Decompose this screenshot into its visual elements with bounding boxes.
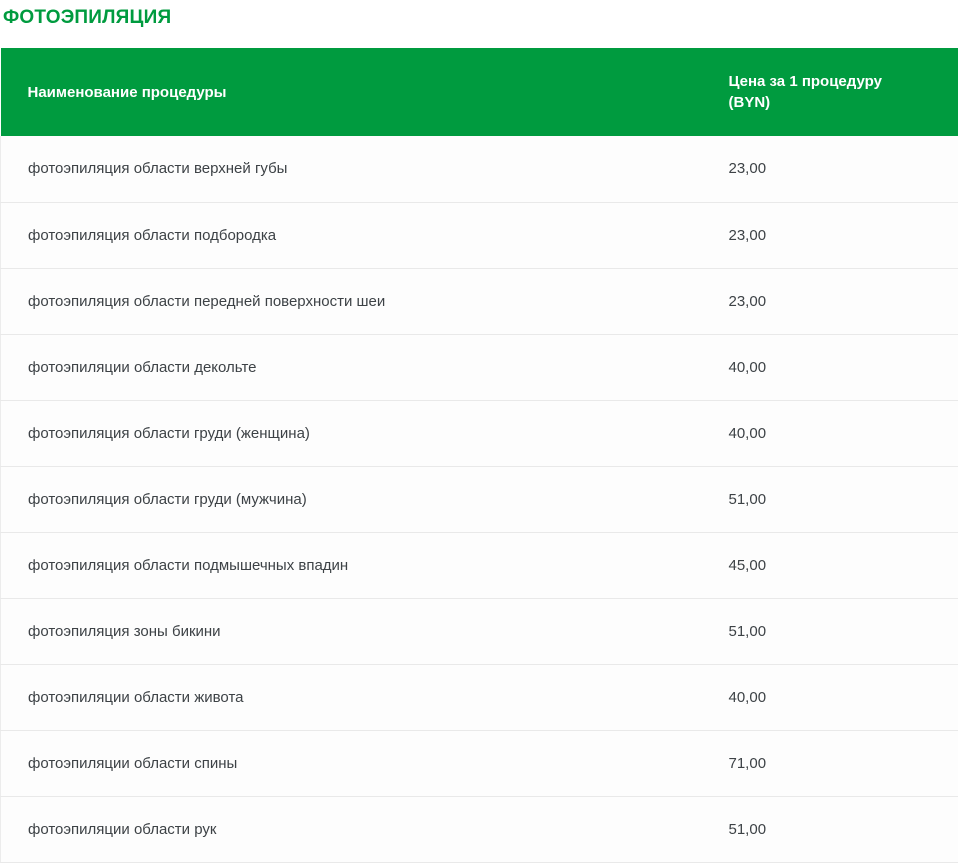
price-table-body: фотоэпиляция области верхней губы 23,00 …	[1, 136, 958, 862]
table-row: фотоэпиляции области спины 71,00	[1, 730, 958, 796]
procedure-price-cell: 40,00	[701, 664, 958, 730]
procedure-name-cell: фотоэпиляции области спины	[1, 730, 701, 796]
procedure-name-cell: фотоэпиляции области живота	[1, 664, 701, 730]
procedure-price-cell: 23,00	[701, 202, 958, 268]
procedure-price-cell: 40,00	[701, 334, 958, 400]
procedure-price-cell: 23,00	[701, 136, 958, 202]
header-row: Наименование процедуры Цена за 1 процеду…	[1, 48, 958, 136]
table-row: фотоэпиляции области рук 51,00	[1, 796, 958, 862]
table-row: фотоэпиляция области верхней губы 23,00	[1, 136, 958, 202]
table-row: фотоэпиляции области живота 40,00	[1, 664, 958, 730]
procedure-price-cell: 45,00	[701, 532, 958, 598]
table-row: фотоэпиляция области передней поверхност…	[1, 268, 958, 334]
column-header-procedure-name: Наименование процедуры	[1, 48, 701, 136]
procedure-price-cell: 40,00	[701, 400, 958, 466]
table-row: фотоэпиляции области декольте 40,00	[1, 334, 958, 400]
procedure-price-cell: 51,00	[701, 466, 958, 532]
procedure-name-cell: фотоэпиляция области груди (мужчина)	[1, 466, 701, 532]
table-row: фотоэпиляция области подмышечных впадин …	[1, 532, 958, 598]
procedure-price-cell: 51,00	[701, 598, 958, 664]
table-row: фотоэпиляция зоны бикини 51,00	[1, 598, 958, 664]
procedure-price-cell: 51,00	[701, 796, 958, 862]
price-table-header: Наименование процедуры Цена за 1 процеду…	[1, 48, 958, 136]
table-row: фотоэпиляция области груди (женщина) 40,…	[1, 400, 958, 466]
procedure-name-cell: фотоэпиляция области груди (женщина)	[1, 400, 701, 466]
procedure-name-cell: фотоэпиляция области передней поверхност…	[1, 268, 701, 334]
price-table: Наименование процедуры Цена за 1 процеду…	[0, 48, 958, 863]
procedure-name-cell: фотоэпиляции области декольте	[1, 334, 701, 400]
procedure-name-cell: фотоэпиляция области подмышечных впадин	[1, 532, 701, 598]
table-row: фотоэпиляция области подбородка 23,00	[1, 202, 958, 268]
page-title: ФОТОЭПИЛЯЦИЯ	[3, 7, 958, 29]
table-row: фотоэпиляция области груди (мужчина) 51,…	[1, 466, 958, 532]
procedure-price-cell: 71,00	[701, 730, 958, 796]
column-header-price: Цена за 1 процедуру (BYN)	[701, 48, 958, 136]
procedure-name-cell: фотоэпиляции области рук	[1, 796, 701, 862]
procedure-name-cell: фотоэпиляция области верхней губы	[1, 136, 701, 202]
procedure-name-cell: фотоэпиляция зоны бикини	[1, 598, 701, 664]
procedure-price-cell: 23,00	[701, 268, 958, 334]
procedure-name-cell: фотоэпиляция области подбородка	[1, 202, 701, 268]
